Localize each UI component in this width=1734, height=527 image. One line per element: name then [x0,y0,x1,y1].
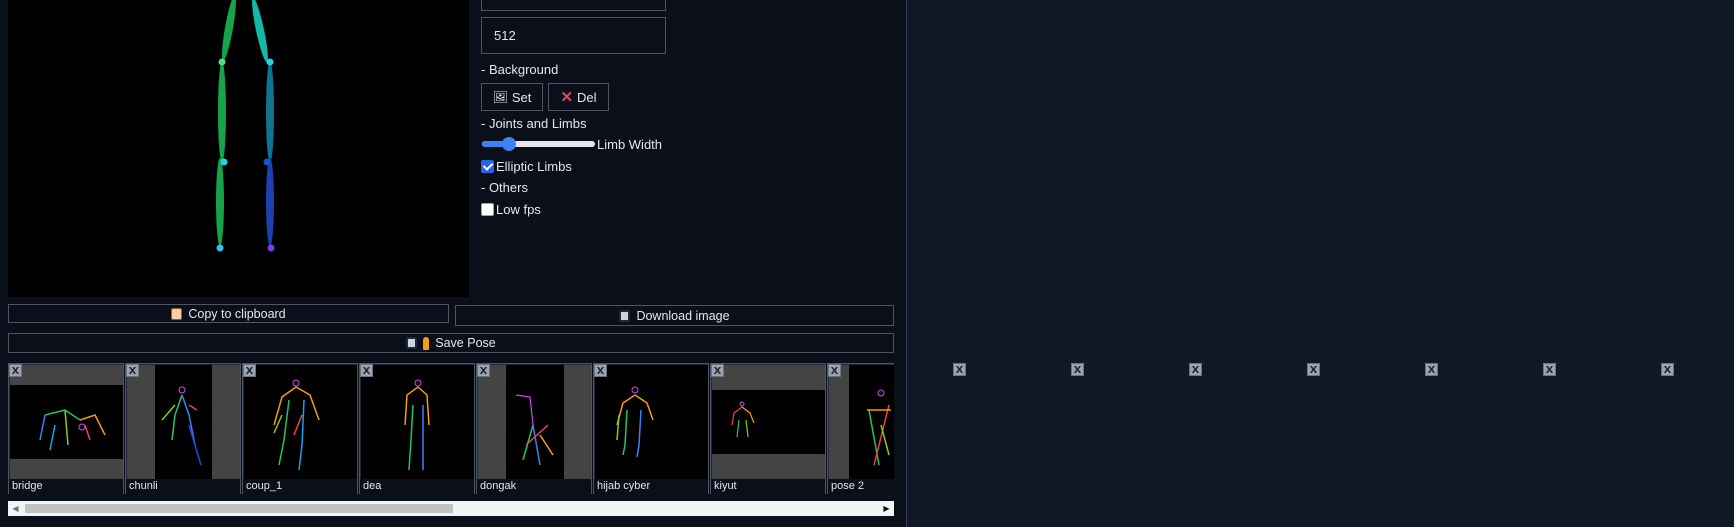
pose-skeleton-drawing [216,0,275,252]
remove-pose-button[interactable]: X [243,364,256,377]
gallery-item[interactable]: dongak X [476,363,592,494]
others-section-label: - Others [481,180,528,195]
gallery-item-label: hijab cyber [594,479,708,494]
gallery-item[interactable]: pose 2 X [827,363,894,494]
limb-width-slider-thumb[interactable] [502,137,516,151]
save-pose-button[interactable]: Save Pose [8,333,894,353]
gallery-item[interactable]: kiyut X [710,363,826,494]
scrollbar-thumb[interactable] [25,504,453,513]
background-section-label: - Background [481,62,559,77]
pose-thumbnail [829,365,894,479]
gallery-item-label: chunli [126,479,240,494]
gallery-item[interactable]: coup_1 X [242,363,358,494]
remove-pose-button[interactable]: X [477,364,490,377]
pose-thumbnail [244,365,357,479]
gallery-item-label: pose 2 [828,479,894,494]
remove-pose-button[interactable]: X [360,364,373,377]
copy-label: Copy to clipboard [188,306,286,321]
pose-thumbnail [127,365,240,479]
delete-background-button[interactable]: ✕ Del [548,83,609,111]
right-panel: X X X X X X X [906,0,1734,527]
gallery-item-label: coup_1 [243,479,357,494]
remove-pose-button[interactable]: X [1189,363,1202,376]
remove-pose-button[interactable]: X [1307,363,1320,376]
red-cross-icon: ✕ [560,89,574,106]
remove-pose-button[interactable]: X [1071,363,1084,376]
remove-pose-button[interactable]: X [711,364,724,377]
elliptic-limbs-toggle[interactable]: Elliptic Limbs [481,159,572,174]
gallery-item[interactable]: chunli X [125,363,241,494]
limb-width-label: Limb Width [597,137,663,152]
scroll-left-arrow-icon[interactable]: ◀ [8,501,23,516]
pose-thumbnail [478,365,591,479]
copy-to-clipboard-button[interactable]: Copy to clipboard [8,304,449,323]
pose-thumbnail [712,365,825,479]
gallery-item[interactable]: dea X [359,363,475,494]
set-label: Set [511,89,532,105]
pose-thumbnail [10,365,123,479]
floppy-disk-icon [406,337,418,349]
gallery-item[interactable]: bridge X [8,363,124,494]
gallery-item-label: dongak [477,479,591,494]
joints-section-label: - Joints and Limbs [481,116,587,131]
remove-pose-button[interactable]: X [1425,363,1438,376]
remove-pose-button[interactable]: X [126,364,139,377]
download-image-button[interactable]: Download image [455,305,894,326]
elliptic-limbs-checkbox[interactable] [481,160,494,173]
gallery-item-label: bridge [9,479,123,494]
gallery-item-label: dea [360,479,474,494]
floppy-disk-icon [619,309,631,322]
pose-thumbnail [361,365,474,479]
low-fps-toggle[interactable]: Low fps [481,202,541,217]
person-icon [423,336,430,350]
scroll-right-arrow-icon[interactable]: ▶ [879,501,894,516]
remove-pose-button[interactable]: X [1543,363,1556,376]
picture-icon: 🖼 [492,90,508,104]
remove-pose-button[interactable]: X [828,364,841,377]
pose-gallery: bridge X chunli X coup_1 X dea X dongak … [8,363,894,494]
low-fps-checkbox[interactable] [481,203,494,216]
download-label: Download image [636,308,730,323]
gallery-horizontal-scrollbar[interactable]: ◀ ▶ [8,501,894,516]
remove-pose-button[interactable]: X [1661,363,1674,376]
remove-pose-button[interactable]: X [953,363,966,376]
gallery-item[interactable]: hijab cyber X [593,363,709,494]
pose-thumbnail [595,365,708,479]
remove-pose-button[interactable]: X [594,364,607,377]
limb-width-slider[interactable] [482,137,595,151]
low-fps-label: Low fps [496,202,541,217]
save-pose-label: Save Pose [435,336,496,350]
width-field[interactable] [481,0,666,11]
height-field[interactable] [481,17,666,54]
left-panel: - Background 🖼 Set ✕ Del - Joints and Li… [0,0,907,527]
del-label: Del [577,89,597,105]
clipboard-icon [171,307,183,320]
set-background-button[interactable]: 🖼 Set [481,83,543,111]
remove-pose-button[interactable]: X [9,364,22,377]
pose-editor-canvas[interactable] [8,0,469,297]
elliptic-limbs-label: Elliptic Limbs [496,159,572,174]
gallery-item-label: kiyut [711,479,825,494]
